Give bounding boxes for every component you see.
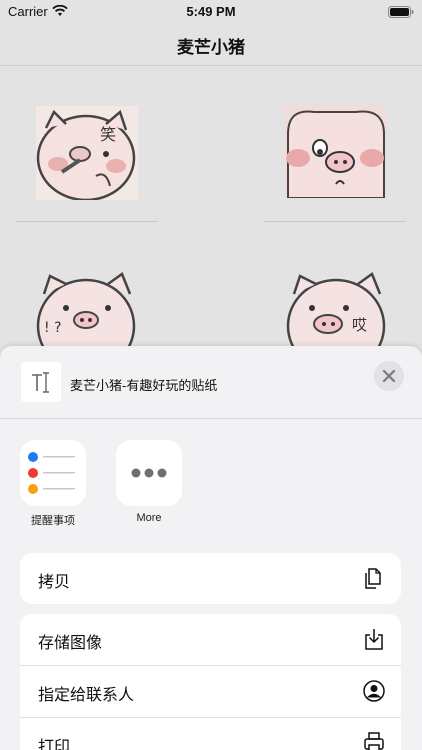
text-document-thumbnail <box>21 362 61 402</box>
app-more[interactable]: More <box>116 440 182 524</box>
action-group-main: 存储图像 指定给联系人 打印 <box>20 614 401 750</box>
sticker-pig-confused[interactable]: ! ? <box>36 268 138 346</box>
action-assign-contact[interactable]: 指定给联系人 <box>20 666 401 718</box>
page-title: 麦芒小猪 <box>177 38 245 57</box>
status-bar: Carrier 5:49 PM <box>0 0 422 24</box>
header-divider <box>0 418 422 419</box>
sticker-text: 哎 <box>352 316 367 334</box>
reminders-icon <box>20 440 86 506</box>
action-label: 打印 <box>38 739 71 750</box>
share-title: 麦芒小猪-有趣好玩的贴纸 <box>70 378 218 393</box>
sticker-pig-sighing[interactable]: 哎 <box>284 268 386 346</box>
sticker-pig-looking-down[interactable] <box>284 104 386 198</box>
action-print[interactable]: 打印 <box>20 718 401 750</box>
close-icon <box>382 369 396 383</box>
app-label: 提醒事项 <box>31 515 75 527</box>
action-label: 存储图像 <box>38 635 103 652</box>
action-group-copy: 拷贝 <box>20 553 401 604</box>
app-label: More <box>136 512 162 524</box>
app-reminders[interactable]: 提醒事项 <box>20 440 86 527</box>
battery-icon <box>388 6 414 18</box>
grid-divider <box>264 221 406 222</box>
sticker-pig-pointing[interactable]: 笑 <box>36 106 138 200</box>
close-button[interactable] <box>374 361 404 391</box>
action-save-image[interactable]: 存储图像 <box>20 614 401 666</box>
text-format-icon <box>32 372 49 393</box>
more-icon <box>116 440 182 506</box>
grid-divider <box>16 221 158 222</box>
share-sheet: 麦芒小猪-有趣好玩的贴纸 提醒事项 More 拷贝 存储图像 指定给联系人 打印 <box>0 346 422 750</box>
sticker-text: ! ? <box>44 320 62 336</box>
sticker-text: 笑 <box>100 125 116 144</box>
copy-icon <box>365 568 381 589</box>
share-header: 麦芒小猪-有趣好玩的贴纸 <box>0 346 422 418</box>
action-label: 指定给联系人 <box>38 687 135 704</box>
action-copy[interactable]: 拷贝 <box>20 553 401 604</box>
action-label: 拷贝 <box>38 574 71 591</box>
clock: 5:49 PM <box>186 4 236 19</box>
nav-divider <box>0 65 422 66</box>
save-image-icon <box>365 629 383 650</box>
assign-contact-icon <box>363 680 385 702</box>
print-icon <box>364 732 384 750</box>
